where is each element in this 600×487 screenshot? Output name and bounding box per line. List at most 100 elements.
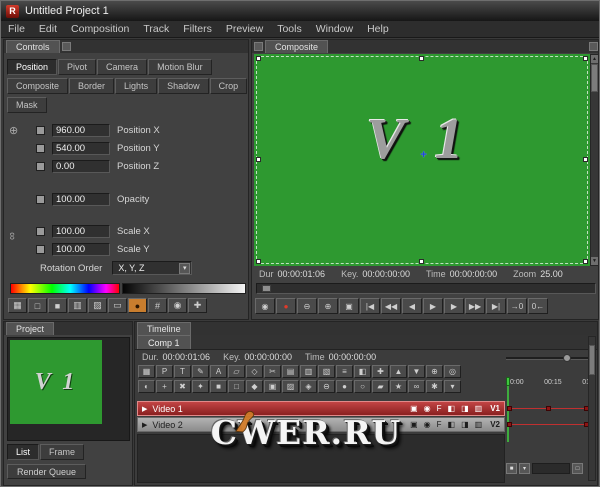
menu-item[interactable]: Window — [309, 21, 360, 37]
next-key-icon[interactable]: ▶▶ — [465, 298, 485, 314]
menu-item[interactable]: File — [1, 21, 32, 37]
controls-tab[interactable]: Border — [69, 78, 114, 94]
copy-icon[interactable]: ▤ — [282, 365, 299, 378]
axes-icon[interactable]: ✚ — [188, 298, 207, 313]
project-item-thumbnail[interactable]: V 1 — [10, 340, 102, 424]
zoom-fit-icon[interactable]: ▣ — [339, 298, 359, 314]
selection-handle[interactable] — [256, 259, 261, 264]
track-effects-icon[interactable]: ▣ — [410, 420, 418, 429]
paste-icon[interactable]: ▥ — [300, 365, 317, 378]
param-value-field[interactable]: 0.00 — [52, 160, 110, 173]
menu-item[interactable]: Preview — [219, 21, 270, 37]
scrollbar-handle[interactable] — [591, 64, 598, 92]
controls-tab[interactable]: Motion Blur — [148, 59, 212, 75]
controls-tab[interactable]: Shadow — [158, 78, 209, 94]
time-ruler[interactable]: 0:0000:1501 — [510, 379, 590, 386]
comp-tab[interactable]: Comp 1 — [137, 335, 191, 349]
selection-handle[interactable] — [583, 259, 588, 264]
gray-gradient-strip[interactable] — [122, 283, 246, 294]
project-panel-tab[interactable]: Project — [6, 322, 54, 335]
scrollbar-handle[interactable] — [589, 345, 595, 375]
track-monitor-left-icon[interactable]: ◧ — [448, 404, 456, 413]
gem-icon[interactable]: ◈ — [300, 380, 317, 393]
controls-tab[interactable]: Crop — [210, 78, 248, 94]
param-value-field[interactable]: 100.00 — [52, 243, 110, 256]
folder-icon[interactable]: ▧ — [318, 365, 335, 378]
record-icon[interactable]: ● — [276, 298, 296, 314]
move-down-icon[interactable]: ▼ — [408, 365, 425, 378]
go-start-icon[interactable]: |◀ — [360, 298, 380, 314]
sphere-icon[interactable]: ◉ — [168, 298, 187, 313]
controls-tab[interactable]: Pivot — [58, 59, 96, 75]
controls-tab[interactable]: Lights — [115, 78, 157, 94]
track-row[interactable]: ▶ Video 2 ▣ ◉ F ◧ ◨ ▥ V2 — [137, 417, 505, 432]
param-checkbox[interactable] — [36, 162, 45, 171]
project-view-tab[interactable]: List — [7, 444, 39, 460]
timeline-panel-tab[interactable]: Timeline — [137, 322, 191, 335]
burst-icon[interactable]: ✱ — [426, 380, 443, 393]
param-value-field[interactable]: 960.00 — [52, 124, 110, 137]
param-checkbox[interactable] — [36, 144, 45, 153]
palette-icon[interactable]: ▦ — [8, 298, 27, 313]
hue-gradient-strip[interactable] — [10, 283, 120, 294]
controls-tab[interactable]: Mask — [7, 97, 47, 113]
selection-handle[interactable] — [256, 56, 261, 61]
render-queue-button[interactable]: Render Queue — [7, 464, 86, 479]
controls-tab[interactable]: Camera — [97, 59, 147, 75]
target-icon[interactable]: ◎ — [444, 365, 461, 378]
panel-options-button[interactable] — [62, 42, 71, 51]
eye-icon[interactable]: ◉ — [255, 298, 275, 314]
circle-icon[interactable]: ○ — [354, 380, 371, 393]
keyframe-icon[interactable]: ◇ — [246, 365, 263, 378]
horizontal-scrollbar[interactable] — [532, 463, 570, 474]
diamond-icon[interactable]: ◆ — [246, 380, 263, 393]
param-checkbox[interactable] — [36, 245, 45, 254]
expand-arrow-icon[interactable]: ▶ — [142, 405, 147, 413]
scroll-up-icon[interactable]: ▲ — [591, 55, 598, 63]
track-layers-icon[interactable]: ▥ — [475, 404, 483, 413]
gradient-swatch-icon[interactable]: ▥ — [68, 298, 87, 313]
zoom-in-icon[interactable]: ⊕ — [318, 298, 338, 314]
set-out-icon[interactable]: 0← — [528, 298, 548, 314]
track-visibility-icon[interactable]: ◉ — [424, 420, 431, 429]
keyframe-track[interactable] — [508, 424, 588, 425]
menu-item[interactable]: Edit — [32, 21, 64, 37]
move-up-icon[interactable]: ▲ — [390, 365, 407, 378]
composite-panel-tab[interactable]: Composite — [265, 40, 328, 53]
keyframe-dot[interactable] — [546, 406, 551, 411]
track-layers-icon[interactable]: ▥ — [475, 420, 483, 429]
panel-options-button[interactable] — [254, 42, 263, 51]
move-tool-icon[interactable]: + — [156, 380, 173, 393]
keyframe-dot[interactable] — [507, 406, 512, 411]
open-square-icon[interactable]: □ — [572, 463, 583, 474]
menu-item[interactable]: Composition — [64, 21, 136, 37]
mask-swatch-icon[interactable]: ▭ — [108, 298, 127, 313]
white-swatch-icon[interactable]: □ — [28, 298, 47, 313]
checker-swatch-icon[interactable]: ▨ — [88, 298, 107, 313]
track-fx-icon[interactable]: F — [437, 420, 442, 429]
expand-arrow-icon[interactable]: ▶ — [142, 421, 147, 429]
selection-handle[interactable] — [419, 56, 424, 61]
bar-icon[interactable]: ▰ — [372, 380, 389, 393]
anchor-crosshair-icon[interactable]: + — [420, 149, 426, 161]
active-color-icon[interactable]: ● — [128, 298, 147, 313]
track-effects-icon[interactable]: ▣ — [410, 404, 418, 413]
anchor-icon[interactable]: A — [210, 365, 227, 378]
record-track-icon[interactable]: ● — [336, 380, 353, 393]
list-icon[interactable]: ≡ — [336, 365, 353, 378]
controls-panel-tab[interactable]: Controls — [6, 40, 60, 53]
track-monitor-right-icon[interactable]: ◨ — [461, 420, 469, 429]
collapse-icon[interactable]: ⊖ — [318, 380, 335, 393]
zoom-out-icon[interactable]: ⊖ — [297, 298, 317, 314]
track-fx-icon[interactable]: F — [437, 404, 442, 413]
menu-item[interactable]: Help — [360, 21, 396, 37]
controls-tab[interactable]: Position — [7, 59, 57, 75]
prev-frame-icon[interactable]: ◀ — [402, 298, 422, 314]
go-end-icon[interactable]: ▶| — [486, 298, 506, 314]
zoom-slider-knob[interactable] — [563, 354, 571, 362]
scrub-knob[interactable] — [262, 285, 271, 292]
param-checkbox[interactable] — [36, 195, 45, 204]
track-monitor-left-icon[interactable]: ◧ — [448, 420, 456, 429]
menu-item[interactable]: Tools — [270, 21, 309, 37]
selection-handle[interactable] — [583, 56, 588, 61]
